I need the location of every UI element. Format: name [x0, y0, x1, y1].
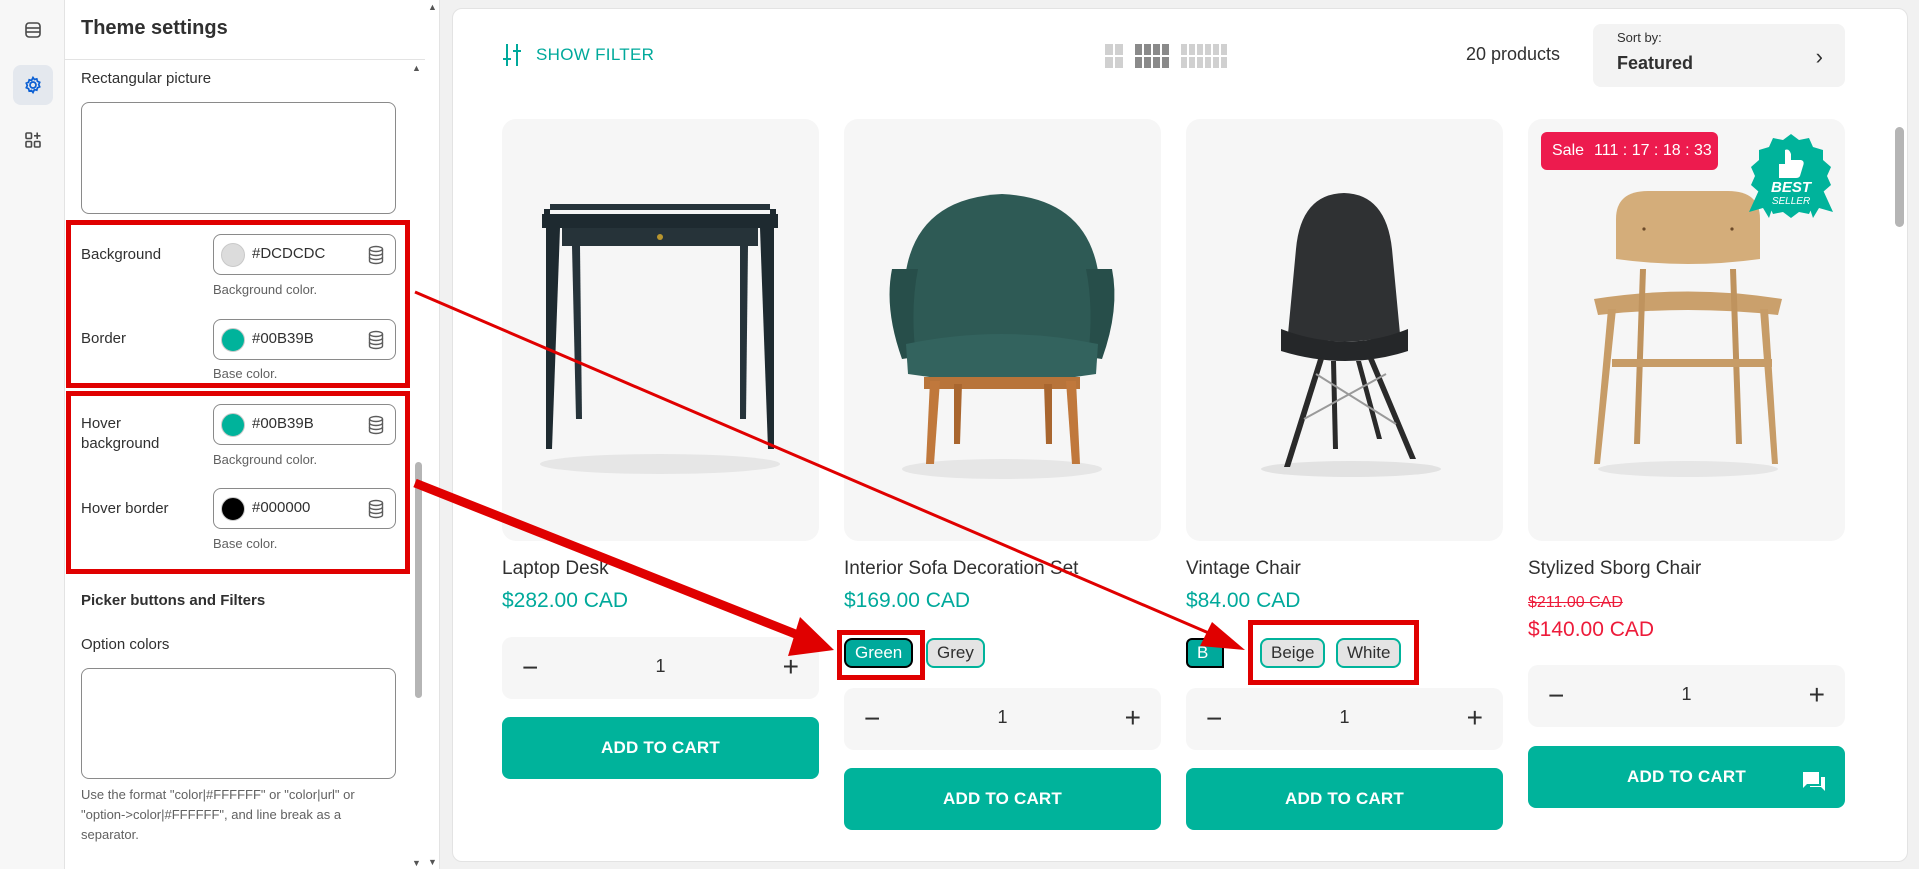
- show-filter-button[interactable]: SHOW FILTER: [502, 42, 654, 68]
- quantity-stepper[interactable]: − 1 +: [1528, 665, 1845, 727]
- filter-sliders-icon: [503, 44, 521, 66]
- annotation-box-hover-colors: [66, 391, 410, 574]
- product-price: $84.00 CAD: [1186, 589, 1301, 612]
- chat-icon: [1803, 772, 1825, 791]
- chair-illustration: [1261, 193, 1441, 477]
- plus-icon[interactable]: +: [1467, 702, 1483, 734]
- annotation-box-base-colors: [66, 220, 410, 388]
- add-to-cart-button[interactable]: ADD TO CART: [844, 768, 1161, 830]
- option-colors-label: Option colors: [81, 636, 170, 653]
- quantity-value[interactable]: 1: [844, 707, 1161, 728]
- countdown-timer: 111 : 17 : 18 : 33: [1594, 142, 1712, 159]
- product-title[interactable]: Vintage Chair: [1186, 558, 1301, 580]
- grid-view-switcher: [1105, 44, 1227, 68]
- sale-countdown-badge: Sale 111 : 17 : 18 : 33: [1541, 132, 1718, 170]
- plus-icon[interactable]: +: [783, 651, 799, 683]
- outer-scroll-down-icon[interactable]: ▼: [428, 857, 437, 867]
- panel-scrollbar[interactable]: [415, 462, 422, 698]
- best-seller-text-1: BEST: [1771, 179, 1813, 196]
- rectangular-picture-label: Rectangular picture: [81, 70, 212, 87]
- product-price: $169.00 CAD: [844, 589, 971, 612]
- show-filter-label: SHOW FILTER: [536, 45, 655, 64]
- rectangular-picture-field[interactable]: [81, 102, 396, 214]
- panel-divider: [65, 59, 425, 60]
- settings-gear-icon[interactable]: [13, 65, 53, 105]
- panel-title: Theme settings: [81, 17, 228, 39]
- product-title[interactable]: Laptop Desk: [502, 558, 609, 580]
- quantity-stepper[interactable]: − 1 +: [844, 688, 1161, 750]
- product-image-vintage-chair[interactable]: [1186, 119, 1503, 541]
- grid-2-icon[interactable]: [1105, 44, 1123, 68]
- sort-label: Sort by:: [1617, 30, 1662, 45]
- outer-scroll-up-icon[interactable]: ▲: [428, 2, 437, 12]
- product-compare-price: $211.00 CAD: [1528, 594, 1623, 611]
- plus-icon[interactable]: +: [1809, 679, 1825, 711]
- option-swatch-grey[interactable]: Grey: [926, 638, 985, 668]
- grid-6-icon[interactable]: [1181, 44, 1227, 68]
- quantity-stepper[interactable]: − 1 +: [502, 637, 819, 699]
- best-seller-text-2: SELLER: [1772, 196, 1810, 207]
- best-seller-badge-icon: BEST SELLER: [1749, 134, 1833, 218]
- storefront-scrollbar[interactable]: [1895, 127, 1904, 227]
- product-image-sofa-set[interactable]: [844, 119, 1161, 541]
- desk-illustration: [540, 204, 780, 474]
- option-colors-field[interactable]: [81, 668, 396, 779]
- product-price: $282.00 CAD: [502, 589, 629, 612]
- product-image-laptop-desk[interactable]: [502, 119, 819, 541]
- app-window: Theme settings ▲ ▲ ▼ ▼ Rectangular pictu…: [0, 0, 1919, 869]
- armchair-illustration: [889, 194, 1115, 479]
- quantity-stepper[interactable]: − 1 +: [1186, 688, 1503, 750]
- option-swatch-black[interactable]: B: [1186, 638, 1225, 668]
- grid-4-icon[interactable]: [1135, 44, 1169, 68]
- product-sale-price: $140.00 CAD: [1528, 618, 1655, 641]
- icon-rail: [0, 0, 65, 869]
- add-to-cart-button[interactable]: ADD TO CART: [1186, 768, 1503, 830]
- sort-value: Featured: [1617, 53, 1694, 73]
- inner-scroll-down-icon[interactable]: ▼: [412, 858, 421, 868]
- apps-add-icon[interactable]: [13, 120, 53, 160]
- annotation-box-selected-option: [837, 630, 925, 680]
- sort-dropdown[interactable]: Sort by: Featured ›: [1593, 24, 1845, 87]
- option-colors-help: Use the format "color|#FFFFFF" or "color…: [81, 787, 355, 842]
- product-count: 20 products: [1466, 44, 1561, 64]
- quantity-value[interactable]: 1: [502, 656, 819, 677]
- product-title[interactable]: Interior Sofa Decoration Set: [844, 558, 1078, 580]
- sections-icon[interactable]: [13, 10, 53, 50]
- annotation-box-unselected-options: [1248, 620, 1419, 685]
- quantity-value[interactable]: 1: [1528, 684, 1845, 705]
- chat-button[interactable]: [1788, 756, 1840, 808]
- add-to-cart-button[interactable]: ADD TO CART: [502, 717, 819, 779]
- chevron-right-icon: ›: [1815, 44, 1823, 69]
- quantity-value[interactable]: 1: [1186, 707, 1503, 728]
- sale-label: Sale: [1552, 142, 1585, 159]
- section-heading: Picker buttons and Filters: [81, 592, 266, 609]
- product-title[interactable]: Stylized Sborg Chair: [1528, 558, 1701, 580]
- plus-icon[interactable]: +: [1125, 702, 1141, 734]
- inner-scroll-up-icon[interactable]: ▲: [412, 63, 421, 73]
